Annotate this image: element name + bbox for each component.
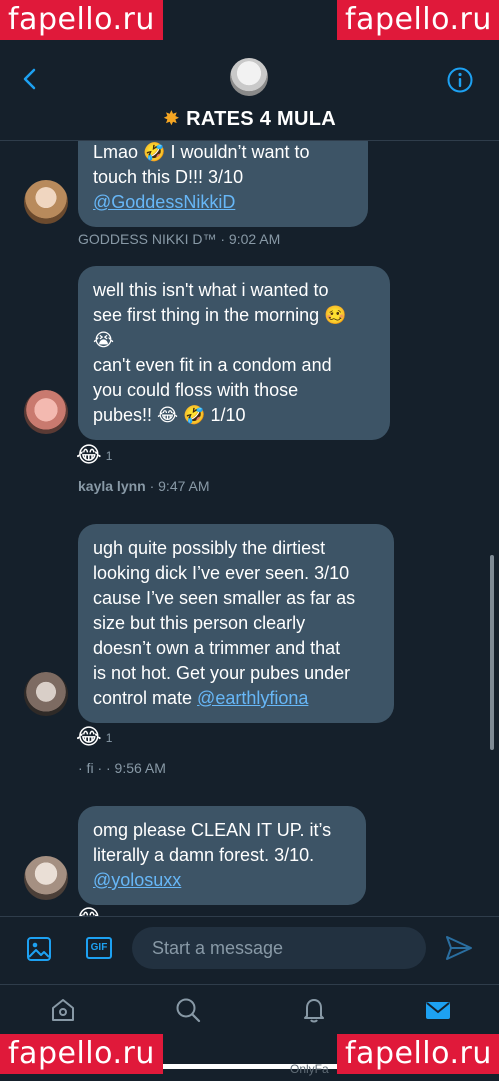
messages-icon[interactable] — [424, 996, 452, 1024]
message-bubble[interactable]: ugh quite possibly the dirtiest looking … — [78, 524, 394, 723]
conversation-title[interactable]: ✸ RATES 4 MULA — [0, 106, 499, 131]
reaction-badge[interactable]: 😂 1 — [76, 442, 112, 469]
gif-icon[interactable]: GIF — [86, 937, 112, 959]
mention-link[interactable]: @earthlyfiona — [197, 688, 308, 708]
image-icon[interactable] — [26, 936, 52, 962]
message-bubble[interactable]: omg please CLEAN IT UP. it’s literally a… — [78, 806, 366, 905]
avatar[interactable] — [24, 672, 68, 716]
message-meta: kayla lynn · 9:47 AM — [78, 478, 210, 494]
scrollbar[interactable] — [490, 555, 494, 750]
footer-text: OnlyFa — [290, 1062, 329, 1076]
group-avatar[interactable] — [230, 58, 268, 96]
watermark-top-right: fapello.ru — [337, 0, 499, 40]
avatar[interactable] — [24, 390, 68, 434]
mention-link[interactable]: @GoddessNikkiD — [93, 192, 235, 212]
notifications-icon[interactable] — [300, 996, 328, 1024]
watermark-top-left: fapello.ru — [0, 0, 163, 40]
avatar[interactable] — [24, 180, 68, 224]
send-icon[interactable] — [444, 933, 474, 963]
info-icon[interactable] — [446, 66, 474, 94]
message-meta: GODDESS NIKKI D™ · 9:02 AM — [78, 231, 281, 247]
back-arrow-icon[interactable] — [18, 66, 44, 92]
watermark-bottom-right: fapello.ru — [337, 1034, 499, 1074]
collision-icon: ✸ — [163, 108, 181, 130]
avatar[interactable] — [24, 856, 68, 900]
watermark-bottom-left: fapello.ru — [0, 1034, 163, 1074]
message-meta: · fi · · 9:56 AM — [78, 760, 166, 776]
message-bubble[interactable]: well this isn't what i wanted to see fir… — [78, 266, 390, 440]
reaction-badge[interactable]: 😂 1 — [76, 724, 112, 751]
message-input[interactable] — [132, 927, 426, 969]
home-icon[interactable] — [49, 996, 77, 1024]
mention-link[interactable]: @yolosuxx — [93, 870, 181, 890]
search-icon[interactable] — [174, 996, 202, 1024]
